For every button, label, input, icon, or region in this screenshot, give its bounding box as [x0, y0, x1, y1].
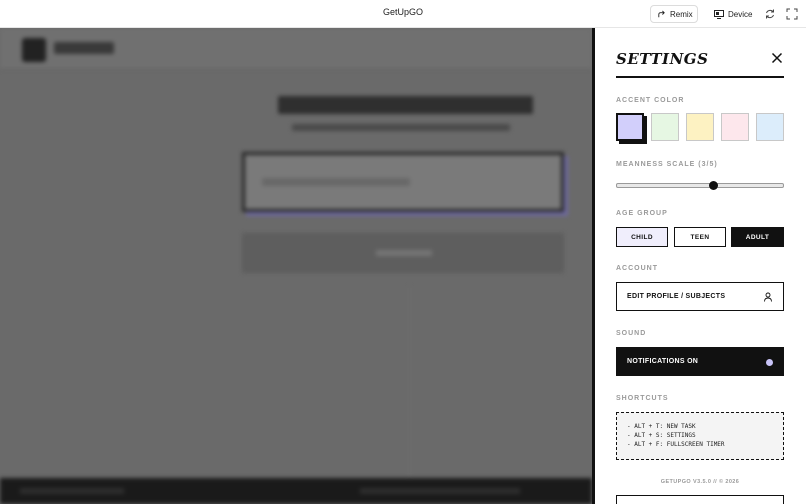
age-option-adult[interactable]: ADULT	[731, 227, 784, 247]
bg-submit-text	[376, 250, 432, 256]
accent-swatch-5[interactable]	[756, 113, 784, 141]
device-label: Device	[728, 9, 753, 19]
age-option-child[interactable]: CHILD	[616, 227, 668, 247]
bg-input-placeholder	[262, 178, 410, 186]
shortcut-line: - ALT + F: FULLSCREEN TIMER	[627, 441, 725, 448]
slider-thumb[interactable]	[708, 181, 718, 190]
bg-subheading	[292, 124, 510, 131]
settings-title: SETTINGS	[616, 50, 709, 68]
title-divider	[616, 76, 784, 78]
device-icon	[714, 9, 724, 19]
remix-icon	[657, 10, 666, 19]
notifications-toggle[interactable]: NOTIFICATIONS ON	[616, 347, 784, 376]
background-app-overlay[interactable]	[0, 28, 592, 504]
refresh-icon[interactable]	[764, 7, 776, 19]
version-text: GETUPGO V3.5.0 // © 2026	[660, 479, 740, 485]
bg-heading	[278, 96, 533, 114]
accent-swatch-2[interactable]	[651, 113, 679, 141]
bg-divider	[409, 286, 410, 476]
notification-status-indicator	[766, 359, 773, 366]
meanness-label: MEANNESS SCALE (3/5)	[616, 161, 718, 168]
accent-swatch-1[interactable]	[616, 113, 644, 141]
panel-bottom-button[interactable]	[616, 495, 784, 504]
sound-label: SOUND	[616, 330, 647, 337]
bg-footer-right	[360, 488, 520, 494]
shortcut-line: - ALT + T: NEW TASK	[627, 423, 696, 430]
age-option-teen[interactable]: TEEN	[674, 227, 726, 247]
bg-footer-left	[20, 488, 124, 494]
user-icon	[763, 292, 773, 302]
bg-logo	[22, 38, 46, 62]
remix-label: Remix	[670, 9, 693, 19]
shortcuts-box: - ALT + T: NEW TASK - ALT + S: SETTINGS …	[616, 412, 784, 460]
fullscreen-icon[interactable]	[786, 7, 798, 20]
settings-panel: SETTINGS ACCENT COLOR MEANNESS SCALE (3/…	[592, 28, 806, 504]
shortcuts-label: SHORTCUTS	[616, 395, 669, 402]
edit-profile-label: EDIT PROFILE / SUBJECTS	[627, 293, 726, 300]
notifications-label: NOTIFICATIONS ON	[627, 358, 699, 365]
meanness-slider[interactable]	[616, 181, 784, 191]
edit-profile-button[interactable]: EDIT PROFILE / SUBJECTS	[616, 282, 784, 311]
device-button[interactable]: Device	[708, 5, 756, 23]
accent-swatch-4[interactable]	[721, 113, 749, 141]
account-label: ACCOUNT	[616, 265, 658, 272]
age-group-label: AGE GROUP	[616, 210, 668, 217]
slider-track	[616, 183, 784, 188]
age-group-options: CHILD TEEN ADULT	[616, 227, 784, 247]
accent-swatch-3[interactable]	[686, 113, 714, 141]
shortcut-line: - ALT + S: SETTINGS	[627, 432, 696, 439]
accent-swatches	[616, 113, 786, 143]
close-icon[interactable]	[771, 52, 783, 64]
bg-logo-text	[54, 42, 114, 54]
accent-color-label: ACCENT COLOR	[616, 97, 685, 104]
blurred-content	[0, 28, 592, 504]
top-bar: GetUpGO Remix Device	[0, 0, 806, 28]
remix-button[interactable]: Remix	[650, 5, 698, 23]
